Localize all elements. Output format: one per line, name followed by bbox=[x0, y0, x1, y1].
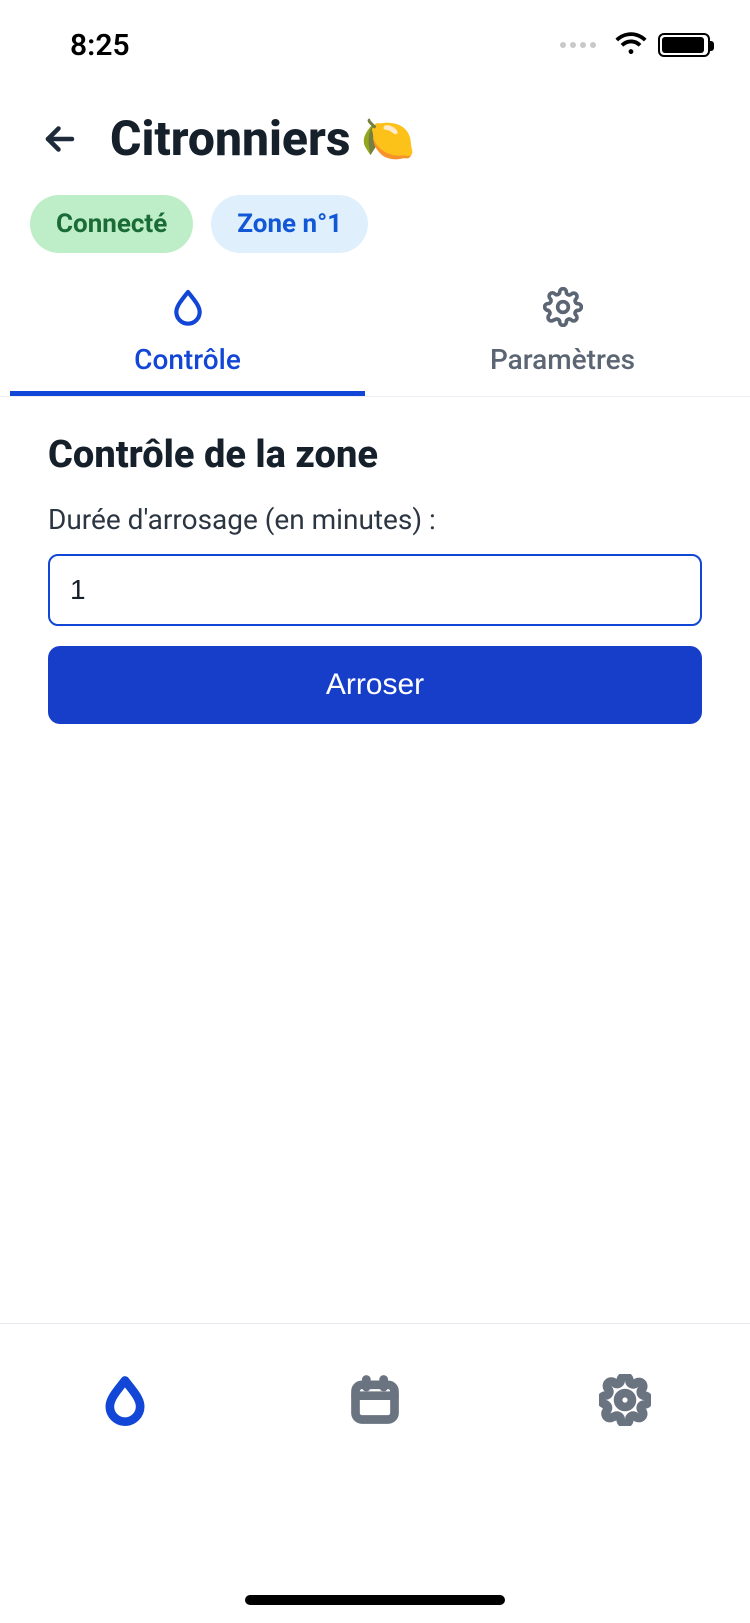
nav-calendar[interactable] bbox=[335, 1362, 415, 1442]
status-time: 8:25 bbox=[70, 28, 130, 63]
zone-badge: Zone n°1 bbox=[211, 195, 368, 253]
water-button[interactable]: Arroser bbox=[48, 646, 702, 724]
gear-icon bbox=[543, 287, 583, 331]
home-indicator bbox=[245, 1595, 505, 1605]
status-right bbox=[560, 28, 710, 63]
status-bar: 8:25 bbox=[0, 0, 750, 90]
drop-icon bbox=[99, 1374, 151, 1430]
bottom-nav bbox=[0, 1323, 750, 1623]
duration-label: Durée d'arrosage (en minutes) : bbox=[48, 503, 702, 536]
battery-icon bbox=[658, 33, 710, 57]
nav-watering[interactable] bbox=[85, 1362, 165, 1442]
section-heading: Contrôle de la zone bbox=[48, 433, 702, 477]
content: Contrôle de la zone Durée d'arrosage (en… bbox=[0, 433, 750, 724]
tab-control[interactable]: Contrôle bbox=[0, 281, 375, 396]
tab-settings[interactable]: Paramètres bbox=[375, 281, 750, 396]
signal-dots-icon bbox=[560, 42, 596, 48]
divider bbox=[0, 396, 750, 397]
wifi-icon bbox=[614, 28, 648, 63]
nav-settings[interactable] bbox=[585, 1362, 665, 1442]
header: Citronniers 🍋 bbox=[0, 90, 750, 177]
page-title: Citronniers 🍋 bbox=[110, 110, 415, 167]
tabs: Contrôle Paramètres bbox=[0, 281, 750, 396]
back-button[interactable] bbox=[40, 119, 80, 159]
page-title-text: Citronniers bbox=[110, 110, 350, 167]
drop-icon bbox=[168, 287, 208, 331]
tab-control-label: Contrôle bbox=[134, 343, 241, 376]
calendar-icon bbox=[349, 1374, 401, 1430]
connected-badge: Connecté bbox=[30, 195, 193, 253]
status-badges: Connecté Zone n°1 bbox=[0, 177, 750, 281]
duration-input[interactable] bbox=[48, 554, 702, 626]
lemon-icon: 🍋 bbox=[360, 113, 415, 165]
tab-settings-label: Paramètres bbox=[490, 343, 635, 376]
gear-icon bbox=[599, 1374, 651, 1430]
